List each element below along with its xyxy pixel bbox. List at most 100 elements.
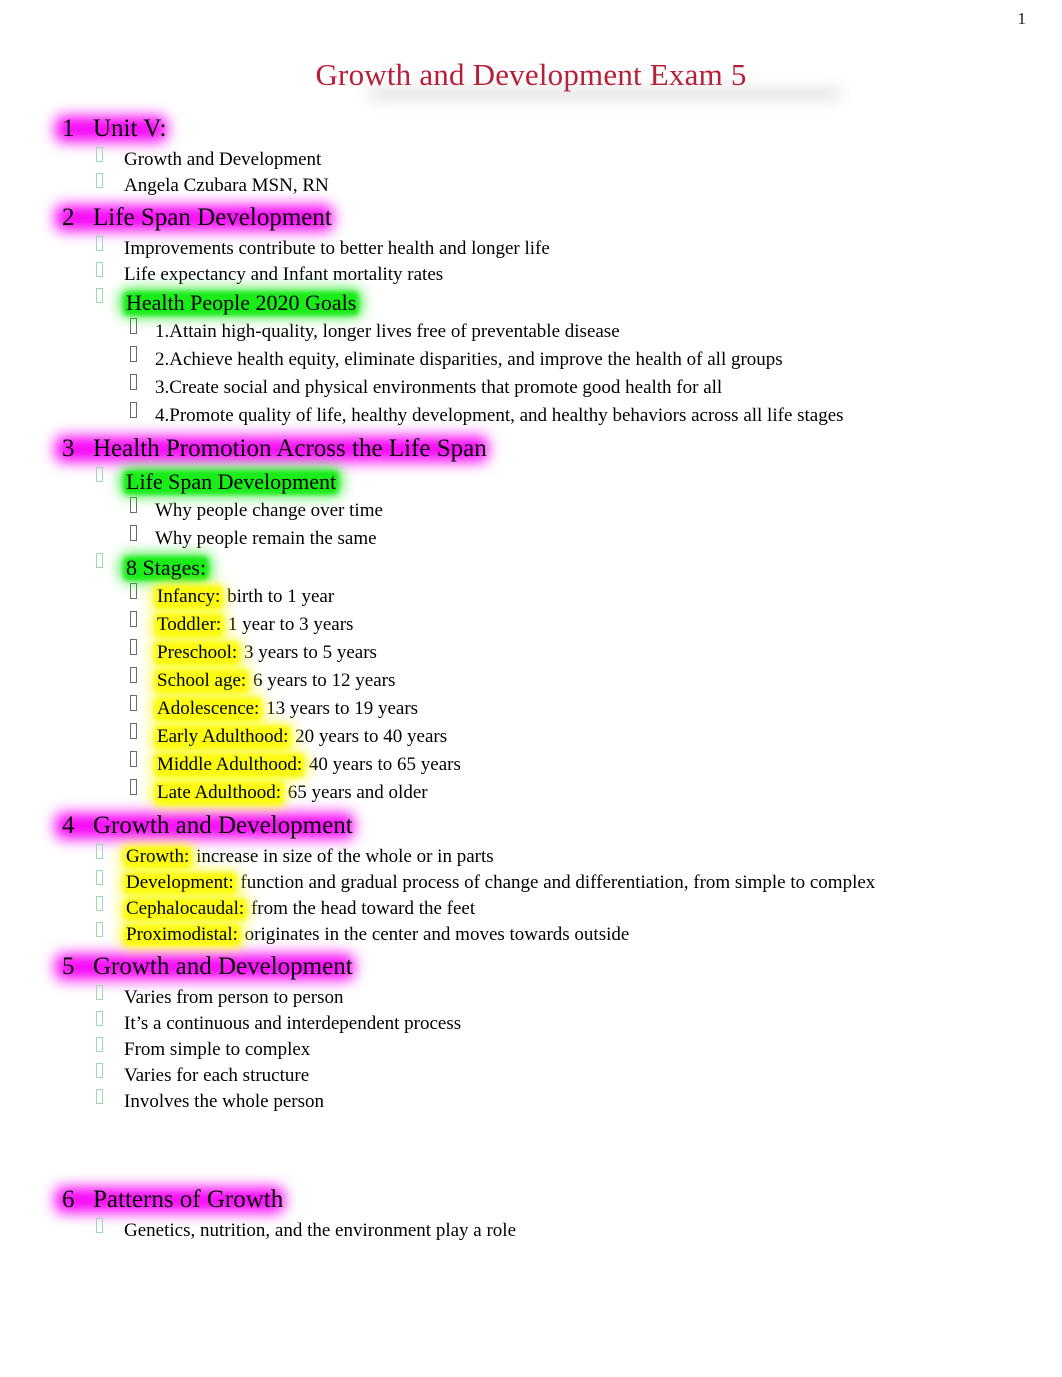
- outline-item-level3: Adolescence: 13 years to 19 years: [0, 695, 1062, 723]
- outline-item-text: Genetics, nutrition, and the environment…: [124, 1218, 516, 1244]
- outline-item-text: Involves the whole person: [124, 1089, 324, 1115]
- outline-item-level3: Infancy: birth to 1 year: [0, 583, 1062, 611]
- outline-item-level2: Life Span Development: [0, 467, 1062, 497]
- highlighted-term-text: Infancy:: [157, 586, 221, 607]
- outline-item-text: Life expectancy and Infant mortality rat…: [124, 262, 443, 288]
- bullet-glyph-icon: [96, 844, 103, 859]
- term-description: 1 year to 3 years: [223, 614, 354, 635]
- outline-item-level2: Proximodistal: originates in the center …: [0, 922, 1062, 948]
- outline-item-label: Life expectancy and Infant mortality rat…: [124, 264, 444, 285]
- outline-item-text: Health People 2020 Goals: [124, 288, 358, 318]
- outline-item-label: From simple to complex: [124, 1039, 311, 1060]
- section-heading-label: Growth and Development: [93, 812, 353, 839]
- section-heading-6: 6 Patterns of Growth: [0, 1181, 1062, 1218]
- outline-item-text: 3.Create social and physical environment…: [155, 374, 722, 402]
- outline-item-level2: Life expectancy and Infant mortality rat…: [0, 262, 1062, 288]
- section-heading-text: Patterns of Growth: [93, 1181, 283, 1218]
- outline-item-level2: Improvements contribute to better health…: [0, 236, 1062, 262]
- bullet-glyph-icon: [130, 525, 137, 541]
- outline-item-text: Varies from person to person: [124, 985, 344, 1011]
- outline-item-label: 1.Attain high-quality, longer lives free…: [155, 321, 620, 342]
- bullet-glyph-icon: [130, 667, 137, 683]
- page-number: 1: [1017, 9, 1027, 28]
- outline-item-level3: School age: 6 years to 12 years: [0, 667, 1062, 695]
- document-page: 1 Growth and Development Exam 5 1 Unit V:…: [0, 0, 1062, 1377]
- outline-item-label: Growth and Development: [124, 149, 322, 170]
- outline-item-text: Angela Czubara MSN, RN: [124, 173, 329, 199]
- bullet-glyph-icon: [96, 553, 103, 568]
- outline-item-label: Why people change over time: [155, 500, 383, 521]
- highlighted-term: Adolescence:: [155, 695, 261, 723]
- bullet-glyph-icon: [96, 288, 103, 303]
- outline-item-text: Preschool: 3 years to 5 years: [155, 639, 377, 667]
- outline-item-label: It’s a continuous and interdependent pro…: [124, 1013, 462, 1034]
- term-description: 3 years to 5 years: [239, 642, 377, 663]
- highlighted-term: Middle Adulthood:: [155, 751, 304, 779]
- bullet-glyph-icon: [96, 922, 103, 937]
- section-heading-text: Growth and Development: [93, 948, 353, 985]
- outline-item-level2: Development: function and gradual proces…: [0, 870, 1062, 896]
- highlighted-term: Late Adulthood:: [155, 779, 283, 807]
- section-heading-text: Health Promotion Across the Life Span: [93, 430, 487, 467]
- outline-item-level3: 2.Achieve health equity, eliminate dispa…: [0, 346, 1062, 374]
- bullet-glyph-icon: [96, 1037, 103, 1052]
- highlighted-term-text: Early Adulthood:: [157, 726, 289, 747]
- bullet-glyph-icon: [96, 985, 103, 1000]
- bullet-glyph-icon: [96, 896, 103, 911]
- term-description: 13 years to 19 years: [261, 698, 419, 719]
- bullet-glyph-icon: [130, 318, 137, 334]
- bullet-glyph-icon: [96, 236, 103, 251]
- section-heading-text: Life Span Development: [93, 199, 332, 236]
- highlighted-subheading: Life Span Development: [124, 467, 338, 497]
- section-heading-text: Unit V:: [93, 110, 166, 147]
- section-heading-label: Patterns of Growth: [93, 1186, 284, 1213]
- outline-item-text: 4.Promote quality of life, healthy devel…: [155, 402, 844, 430]
- term-description: originates in the center and moves towar…: [239, 924, 630, 945]
- section-number: 4: [62, 812, 75, 839]
- outline-item-label: 2.Achieve health equity, eliminate dispa…: [155, 349, 783, 370]
- outline-item-level3: Preschool: 3 years to 5 years: [0, 639, 1062, 667]
- highlighted-term-text: Growth:: [126, 846, 190, 867]
- bullet-glyph-icon: [130, 497, 137, 513]
- outline-item-text: 1.Attain high-quality, longer lives free…: [155, 318, 620, 346]
- outline-item-level2: Cephalocaudal: from the head toward the …: [0, 896, 1062, 922]
- bullet-glyph-icon: [96, 1063, 103, 1078]
- outline-item-text: Growth and Development: [124, 147, 321, 173]
- outline-item-text: School age: 6 years to 12 years: [155, 667, 395, 695]
- term-description: function and gradual process of change a…: [235, 872, 876, 893]
- outline-item-text: Life Span Development: [124, 467, 338, 497]
- outline-item-text: 2.Achieve health equity, eliminate dispa…: [155, 346, 783, 374]
- bullet-glyph-icon: [96, 262, 103, 277]
- section-heading-label: Health Promotion Across the Life Span: [93, 435, 487, 462]
- outline-item-label: Genetics, nutrition, and the environment…: [124, 1220, 517, 1241]
- outline-item-text: Why people remain the same: [155, 525, 377, 553]
- outline-item-text: Middle Adulthood: 40 years to 65 years: [155, 751, 461, 779]
- section-heading-2: 2 Life Span Development: [0, 199, 1062, 236]
- bullet-glyph-icon: [130, 639, 137, 655]
- outline-item-level3: Late Adulthood: 65 years and older: [0, 779, 1062, 807]
- outline-item-level2: 8 Stages:: [0, 553, 1062, 583]
- outline-item-text: It’s a continuous and interdependent pro…: [124, 1011, 461, 1037]
- bullet-glyph-icon: [130, 346, 137, 362]
- outline-item-text: Improvements contribute to better health…: [124, 236, 550, 262]
- bullet-glyph-icon: [130, 374, 137, 390]
- section-heading-text: Growth and Development: [93, 807, 353, 844]
- outline-item-label: Why people remain the same: [155, 528, 377, 549]
- outline-item-text: Development: function and gradual proces…: [124, 870, 875, 896]
- term-description: from the head toward the feet: [246, 898, 476, 919]
- section-heading-label: Growth and Development: [93, 953, 353, 980]
- bullet-glyph-icon: [96, 467, 103, 482]
- outline-item-text: Cephalocaudal: from the head toward the …: [124, 896, 475, 922]
- outline-item-text: From simple to complex: [124, 1037, 310, 1063]
- outline-item-text: 8 Stages:: [124, 553, 208, 583]
- outline-item-text: Early Adulthood: 20 years to 40 years: [155, 723, 447, 751]
- outline-item-level2: Health People 2020 Goals: [0, 288, 1062, 318]
- outline-item-text: Toddler: 1 year to 3 years: [155, 611, 353, 639]
- vertical-spacer: [0, 1115, 1062, 1181]
- outline-item-label: 4.Promote quality of life, healthy devel…: [155, 405, 844, 426]
- highlighted-term: School age:: [155, 667, 248, 695]
- section-number: 3: [62, 435, 75, 462]
- bullet-glyph-icon: [96, 1089, 103, 1104]
- outline-item-label: Involves the whole person: [124, 1091, 324, 1112]
- outline-item-level3: 1.Attain high-quality, longer lives free…: [0, 318, 1062, 346]
